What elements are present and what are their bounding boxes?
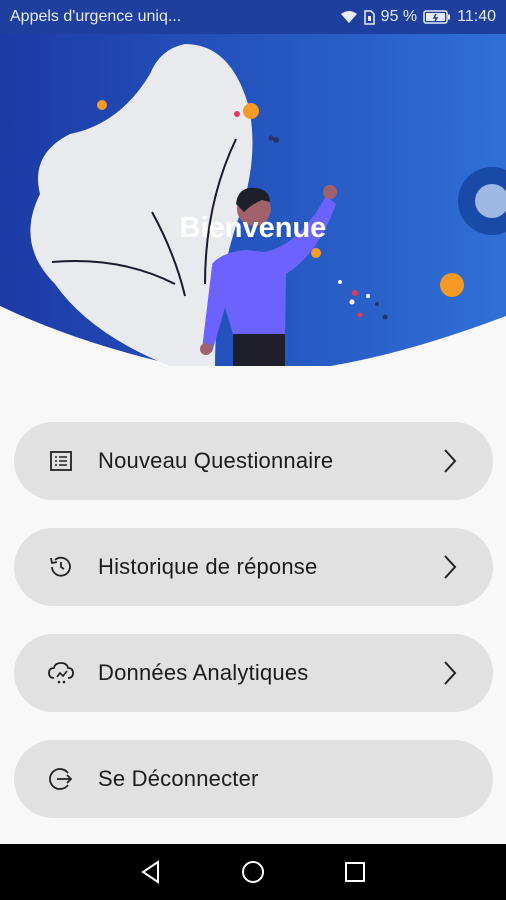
menu-item-label: Nouveau Questionnaire [98,448,334,473]
back-icon[interactable] [131,852,171,892]
response-history-button[interactable]: Historique de réponse [14,528,493,606]
questionnaire-icon [46,446,76,476]
clock: 11:40 [457,8,496,25]
menu-item-label: Se Déconnecter [98,766,259,791]
home-icon[interactable] [233,852,273,892]
status-bar: Appels d'urgence uniq... 95 % 11:40 [0,0,506,34]
chevron-right-icon [441,553,459,581]
recents-icon[interactable] [335,852,375,892]
chevron-right-icon [441,659,459,687]
battery-percent: 95 % [380,8,418,25]
hero-illustration [0,34,506,366]
menu-item-label: Données Analytiques [98,660,309,685]
navigation-bar [0,844,506,900]
battery-icon [423,10,451,24]
menu-item-label: Historique de réponse [98,554,318,579]
history-icon [46,552,76,582]
chevron-right-icon [441,447,459,475]
notification-text: Appels d'urgence uniq... [10,8,182,25]
new-questionnaire-button[interactable]: Nouveau Questionnaire [14,422,493,500]
status-icons: 95 % 11:40 [340,8,496,26]
welcome-title: Bienvenue [179,212,327,244]
logout-icon [46,764,76,794]
logout-button[interactable]: Se Déconnecter [14,740,493,818]
main-menu: Nouveau Questionnaire Historique de répo… [14,422,493,846]
wifi-icon [340,10,358,24]
analytics-icon [46,658,76,688]
sim-icon [363,9,375,25]
analytics-button[interactable]: Données Analytiques [14,634,493,712]
hero-banner: Bienvenue [0,34,506,366]
